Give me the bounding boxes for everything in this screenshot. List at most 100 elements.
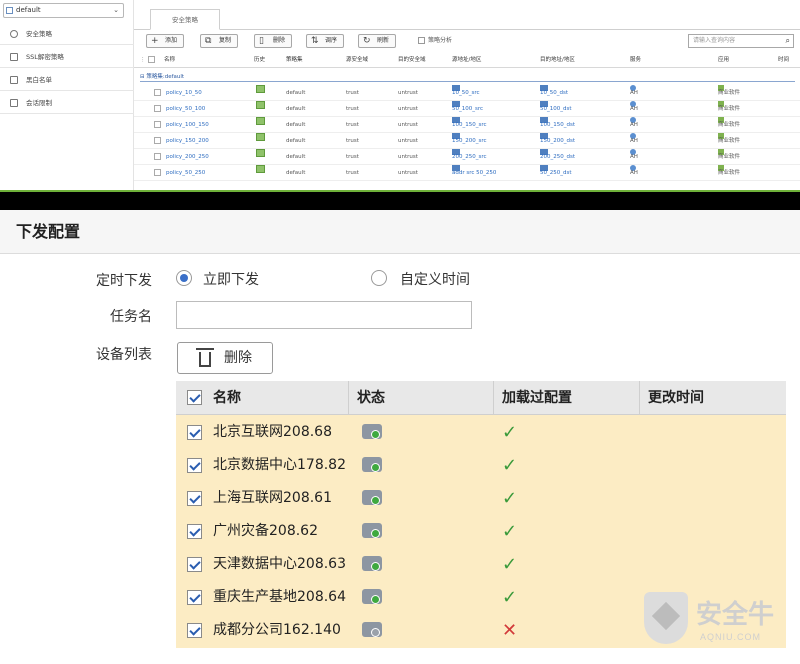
select-all-devices-checkbox[interactable] — [187, 390, 202, 405]
device-checkbox[interactable] — [187, 557, 202, 572]
refresh-icon: ↻ — [363, 36, 371, 46]
policy-name-link[interactable]: policy_10_50 — [166, 85, 202, 101]
column-header-src-addr[interactable]: 源地址/地区 — [452, 52, 481, 68]
device-row[interactable]: 上海互联网208.61 ✓ — [176, 482, 786, 515]
column-header-history[interactable]: 历史 — [254, 52, 265, 68]
policy-set-cell: default — [286, 170, 306, 176]
column-header-dst-zone[interactable]: 目的安全域 — [398, 52, 426, 68]
dst-zone-cell: untrust — [398, 170, 418, 176]
device-checkbox[interactable] — [187, 491, 202, 506]
column-header-service[interactable]: 服务 — [630, 52, 641, 68]
sidebar-item-security-policy[interactable]: 安全策略 — [0, 23, 134, 45]
src-zone-cell: trust — [346, 90, 359, 96]
device-checkbox[interactable] — [187, 425, 202, 440]
policy-set-icon — [6, 7, 13, 14]
delete-button[interactable]: ▯ 删除 — [254, 34, 293, 48]
table-row[interactable]: policy_10_50 default trust untrust 10_50_src… — [134, 85, 800, 101]
device-row[interactable]: 天津数据中心208.63 ✓ — [176, 548, 786, 581]
device-name: 北京互联网208.68 — [213, 424, 332, 440]
trash-icon: ▯ — [259, 36, 264, 46]
checkbox-box — [418, 37, 425, 44]
device-name: 广州灾备208.62 — [213, 523, 318, 539]
table-row[interactable]: policy_100_150 default trust untrust 100_150… — [134, 117, 800, 133]
plus-icon: + — [151, 36, 159, 46]
add-button[interactable]: + 添加 — [146, 34, 185, 48]
policy-name-link[interactable]: policy_50_250 — [166, 165, 205, 181]
device-row[interactable]: 北京互联网208.68 ✓ — [176, 416, 786, 449]
history-icon[interactable] — [256, 133, 265, 141]
policy-name-link[interactable]: policy_100_150 — [166, 117, 209, 133]
table-row[interactable]: policy_50_100 default trust untrust 50_100_s… — [134, 101, 800, 117]
sidebar-item-label: 安全策略 — [26, 30, 52, 38]
history-icon[interactable] — [256, 149, 265, 157]
radio-custom-time-label[interactable]: 自定义时间 — [400, 269, 470, 289]
sidebar-item-ssl-policy[interactable]: SSL解密策略 — [0, 46, 134, 68]
table-row[interactable]: policy_50_250 default trust untrust addr src… — [134, 165, 800, 181]
history-icon[interactable] — [256, 101, 265, 109]
policy-name-link[interactable]: policy_50_100 — [166, 101, 205, 117]
policy-analysis-checkbox[interactable]: 策略分析 — [418, 37, 452, 45]
sidebar-item-session-limit[interactable]: 会话限制 — [0, 92, 134, 114]
column-header-policy-set[interactable]: 策略集 — [286, 52, 303, 68]
device-checkbox[interactable] — [187, 590, 202, 605]
chevron-down-icon: ⌄ — [113, 6, 119, 14]
column-header-name[interactable]: 名称 — [164, 52, 175, 68]
table-row[interactable]: policy_150_200 default trust untrust 150_200… — [134, 133, 800, 149]
sidebar-item-label: SSL解密策略 — [26, 53, 64, 61]
bulb-icon — [10, 30, 18, 38]
table-row[interactable]: policy_200_250 default trust untrust 200_250… — [134, 149, 800, 165]
search-input[interactable]: 请输入查询内容 ⌕ — [688, 34, 794, 48]
column-header-status[interactable]: 状态 — [349, 381, 494, 415]
column-header-dst-addr[interactable]: 目的地址/地区 — [540, 52, 575, 68]
src-zone-cell: trust — [346, 170, 359, 176]
column-header-time[interactable]: 时间 — [778, 52, 789, 68]
device-status-icon — [362, 490, 382, 505]
policy-group-header[interactable]: ⊟ 策略集:default — [140, 72, 795, 82]
policy-set-cell: default — [286, 122, 306, 128]
history-icon[interactable] — [256, 85, 265, 93]
device-row[interactable]: 北京数据中心178.82 ✓ — [176, 449, 786, 482]
radio-deploy-now-label[interactable]: 立即下发 — [203, 269, 259, 289]
column-menu-icon[interactable]: ⋮ — [140, 52, 146, 68]
session-icon — [10, 99, 18, 107]
sidebar-item-blackwhite-list[interactable]: 黑白名单 — [0, 69, 134, 91]
column-header-device-name[interactable]: 名称 — [176, 381, 349, 415]
refresh-button[interactable]: ↻ 刷新 — [358, 34, 397, 48]
policy-set-dropdown[interactable]: default ⌄ — [3, 3, 124, 18]
device-checkbox[interactable] — [187, 458, 202, 473]
row-checkbox[interactable] — [154, 169, 161, 176]
history-icon[interactable] — [256, 165, 265, 173]
radio-custom-time[interactable] — [371, 270, 387, 286]
delete-device-button[interactable]: 删除 — [177, 342, 273, 374]
row-checkbox[interactable] — [154, 137, 161, 144]
column-header-modified-time[interactable]: 更改时间 — [640, 381, 786, 415]
dst-zone-cell: untrust — [398, 106, 418, 112]
policy-name-link[interactable]: policy_150_200 — [166, 133, 209, 149]
shield-icon — [644, 592, 688, 644]
select-all-checkbox[interactable] — [148, 56, 155, 63]
dst-zone-cell: untrust — [398, 90, 418, 96]
policy-name-link[interactable]: policy_200_250 — [166, 149, 209, 165]
policy-table-header: ⋮ 名称 历史 策略集 源安全域 目的安全域 源地址/地区 目的地址/地区 服务… — [134, 52, 800, 68]
device-checkbox[interactable] — [187, 623, 202, 638]
device-status-icon — [362, 622, 382, 637]
row-checkbox[interactable] — [154, 105, 161, 112]
device-row[interactable]: 广州灾备208.62 ✓ — [176, 515, 786, 548]
device-status-icon — [362, 589, 382, 604]
column-header-loaded-config[interactable]: 加载过配置 — [494, 381, 640, 415]
column-header-app[interactable]: 应用 — [718, 52, 729, 68]
device-checkbox[interactable] — [187, 524, 202, 539]
device-name: 重庆生产基地208.64 — [213, 589, 346, 605]
row-checkbox[interactable] — [154, 153, 161, 160]
tab-security-policy[interactable]: 安全策略 — [150, 9, 220, 30]
column-header-src-zone[interactable]: 源安全域 — [346, 52, 368, 68]
policy-set-cell: default — [286, 90, 306, 96]
sidebar-item-label: 黑白名单 — [26, 76, 52, 84]
row-checkbox[interactable] — [154, 121, 161, 128]
history-icon[interactable] — [256, 117, 265, 125]
radio-deploy-now[interactable] — [176, 270, 192, 286]
copy-button[interactable]: ⧉ 复制 — [200, 34, 239, 48]
reorder-button[interactable]: ⇅ 调序 — [306, 34, 345, 48]
task-name-input[interactable] — [176, 301, 472, 329]
row-checkbox[interactable] — [154, 89, 161, 96]
